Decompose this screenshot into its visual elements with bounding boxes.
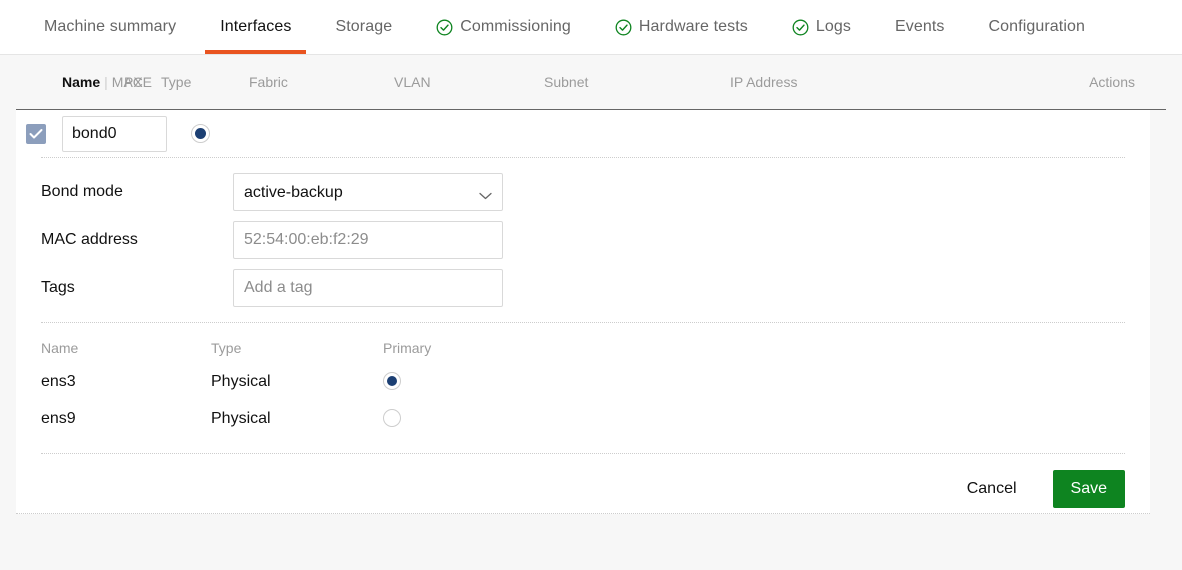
interface-name: ens9: [41, 409, 76, 427]
tab-label: Events: [895, 18, 945, 35]
interface-type: Physical: [211, 409, 271, 427]
sub-column-header-type: Type: [211, 340, 242, 356]
cancel-button[interactable]: Cancel: [947, 470, 1037, 508]
column-header-name-label: Name: [62, 74, 101, 90]
bond-row: [16, 110, 1150, 157]
table-row: ens3 Physical: [41, 363, 1125, 400]
parent-interfaces-header: Name Type Primary: [41, 333, 1125, 363]
column-header-actions: Actions: [1089, 74, 1135, 90]
bond-form: Bond mode active-backup MAC address 52:5…: [16, 158, 1150, 312]
tab-machine-summary[interactable]: Machine summary: [22, 0, 198, 54]
tab-label: Commissioning: [460, 18, 571, 35]
interface-type: Physical: [211, 372, 271, 390]
interfaces-table-header: Name | MAC PXE Type Fabric VLAN Subnet IP …: [16, 55, 1166, 110]
row-select-checkbox[interactable]: [26, 123, 46, 144]
bond-mode-label: Bond mode: [41, 183, 123, 200]
column-header-type[interactable]: Type: [161, 74, 249, 90]
check-circle-icon: [792, 19, 809, 36]
tab-label: Logs: [815, 18, 851, 35]
column-header-vlan[interactable]: VLAN: [394, 74, 544, 90]
tab-label: Storage: [335, 18, 393, 35]
pxe-radio[interactable]: [191, 124, 210, 143]
tab-label: Interfaces: [220, 18, 292, 35]
mac-address-label: MAC address: [41, 231, 138, 248]
bond-edit-card: Bond mode active-backup MAC address: [16, 110, 1150, 514]
bond-mode-select[interactable]: active-backup: [233, 173, 503, 211]
primary-radio-cell: [383, 372, 503, 391]
tab-label: Hardware tests: [638, 18, 748, 35]
field-bond-mode: Bond mode active-backup: [41, 168, 1125, 216]
check-circle-icon: [615, 19, 632, 36]
tab-configuration[interactable]: Configuration: [967, 0, 1107, 54]
mac-address-input[interactable]: [233, 221, 503, 259]
interface-name: ens3: [41, 372, 76, 390]
primary-radio-cell: [383, 409, 503, 428]
machine-tab-nav: Machine summary Interfaces Storage Commi…: [0, 0, 1182, 55]
form-divider: [41, 322, 1125, 323]
checkmark-icon: [29, 128, 43, 138]
card-footer: Cancel Save: [41, 453, 1125, 523]
column-header-ip-address[interactable]: IP Address: [730, 74, 910, 90]
tab-label: Configuration: [988, 18, 1085, 35]
bond-name-input[interactable]: [62, 115, 167, 152]
save-button[interactable]: Save: [1052, 469, 1125, 508]
sub-column-header-primary: Primary: [383, 340, 432, 356]
parent-interfaces-table: Name Type Primary ens3 Physical ens9 Phy…: [16, 333, 1150, 437]
tab-label: Machine summary: [44, 18, 177, 35]
tab-hardware-tests[interactable]: Hardware tests: [593, 0, 770, 54]
field-mac-address: MAC address: [41, 216, 1125, 264]
table-row: ens9 Physical: [41, 400, 1125, 437]
column-header-pxe[interactable]: PXE: [124, 74, 161, 90]
sub-column-header-name: Name: [41, 340, 79, 356]
column-separator: |: [104, 74, 108, 90]
tab-interfaces[interactable]: Interfaces: [198, 0, 313, 54]
tab-storage[interactable]: Storage: [313, 0, 414, 54]
check-circle-icon: [436, 19, 453, 36]
column-header-name[interactable]: Name | MAC: [16, 74, 143, 90]
column-header-subnet[interactable]: Subnet: [544, 74, 730, 90]
primary-radio[interactable]: [383, 372, 401, 391]
primary-radio[interactable]: [383, 409, 401, 428]
field-tags: Tags: [41, 264, 1125, 312]
tags-input[interactable]: [233, 269, 503, 307]
column-header-fabric[interactable]: Fabric: [249, 74, 394, 90]
interfaces-page: Name | MAC PXE Type Fabric VLAN Subnet IP …: [0, 55, 1182, 570]
tags-label: Tags: [41, 279, 75, 296]
tab-commissioning[interactable]: Commissioning: [414, 0, 593, 54]
tab-events[interactable]: Events: [873, 0, 967, 54]
tab-logs[interactable]: Logs: [770, 0, 873, 54]
